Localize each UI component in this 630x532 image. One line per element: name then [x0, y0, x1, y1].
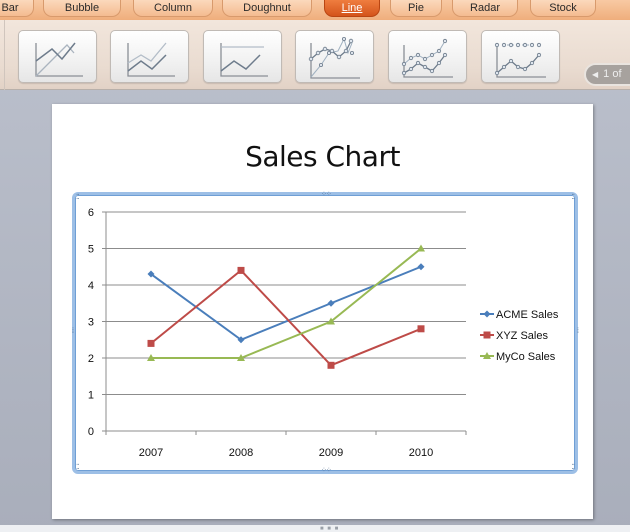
- percent-stacked-line-markers-chart-icon: [494, 42, 546, 78]
- x-tick-label: 2010: [409, 447, 433, 459]
- data-point: [327, 361, 335, 369]
- tab-radar[interactable]: Radar: [452, 0, 518, 17]
- data-point: [237, 266, 245, 274]
- gallery-item-line[interactable]: [18, 30, 97, 83]
- powerpoint-window: Bar Bubble Column Doughnut Line Pie Rada…: [0, 0, 630, 532]
- chart-style-gallery: ◀ 1 of: [0, 20, 630, 90]
- series-line-acme-sales: [150, 265, 422, 341]
- stacked-line-chart-icon: [127, 42, 175, 77]
- previous-arrow-icon[interactable]: ◀: [592, 70, 598, 79]
- y-tick-label: 5: [88, 244, 94, 256]
- gallery-divider: [4, 20, 5, 90]
- gallery-item-100-stacked-line[interactable]: [203, 30, 282, 83]
- line-chart-icon: [35, 42, 83, 77]
- gallery-item-line-markers[interactable]: [295, 30, 374, 83]
- y-tick-label: 3: [88, 317, 94, 329]
- legend-marker: [483, 310, 491, 318]
- y-tick-label: 4: [88, 280, 94, 292]
- y-tick-label: 6: [88, 207, 94, 219]
- tab-bubble[interactable]: Bubble: [43, 0, 121, 17]
- splitter-grip-icon[interactable]: ■ ■ ■: [320, 526, 339, 532]
- gallery-pager[interactable]: ◀ 1 of: [584, 63, 630, 86]
- stacked-line-markers-chart-icon: [401, 38, 453, 78]
- y-tick-label: 0: [88, 426, 94, 438]
- y-tick-label: 1: [88, 390, 94, 402]
- gallery-item-100-stacked-line-markers[interactable]: [481, 30, 560, 83]
- line-chart[interactable]: 0 1 2 3 4 5 6 2007 2008 2009 2010 ACME Sales XYZ Sal…: [52, 104, 593, 519]
- tab-doughnut[interactable]: Doughnut: [222, 0, 312, 17]
- data-point: [327, 299, 335, 307]
- x-tick-label: 2007: [139, 447, 163, 459]
- data-point: [417, 263, 425, 271]
- notes-splitter[interactable]: ■ ■ ■: [0, 525, 630, 532]
- gallery-item-stacked-line[interactable]: [110, 30, 189, 83]
- percent-stacked-line-chart-icon: [220, 43, 268, 77]
- legend-label: ACME Sales: [496, 309, 559, 321]
- legend-label: XYZ Sales: [496, 330, 548, 342]
- line-markers-chart-icon: [308, 37, 360, 79]
- x-tick-label: 2008: [229, 447, 253, 459]
- tab-stock[interactable]: Stock: [530, 0, 596, 17]
- data-point: [417, 325, 425, 333]
- tab-bar[interactable]: Bar: [0, 0, 34, 17]
- legend-marker: [483, 331, 491, 339]
- gallery-item-stacked-line-markers[interactable]: [388, 30, 467, 83]
- tab-column[interactable]: Column: [133, 0, 213, 17]
- tab-line[interactable]: Line: [324, 0, 380, 17]
- slide[interactable]: Sales Chart ⁚⁚ ⁘⁘ ⁚⁚ ⁞ ⁞ ⁚⁚ ⁘⁘ ⁚⁚ 012345…: [52, 104, 593, 519]
- tab-pie[interactable]: Pie: [390, 0, 442, 17]
- x-tick-label: 2009: [319, 447, 343, 459]
- chart-type-tabs: Bar Bubble Column Doughnut Line Pie Rada…: [0, 0, 630, 20]
- pager-label: 1 of: [603, 68, 622, 80]
- y-tick-label: 2: [88, 353, 94, 365]
- data-point: [147, 339, 155, 347]
- legend-label: MyCo Sales: [496, 351, 556, 363]
